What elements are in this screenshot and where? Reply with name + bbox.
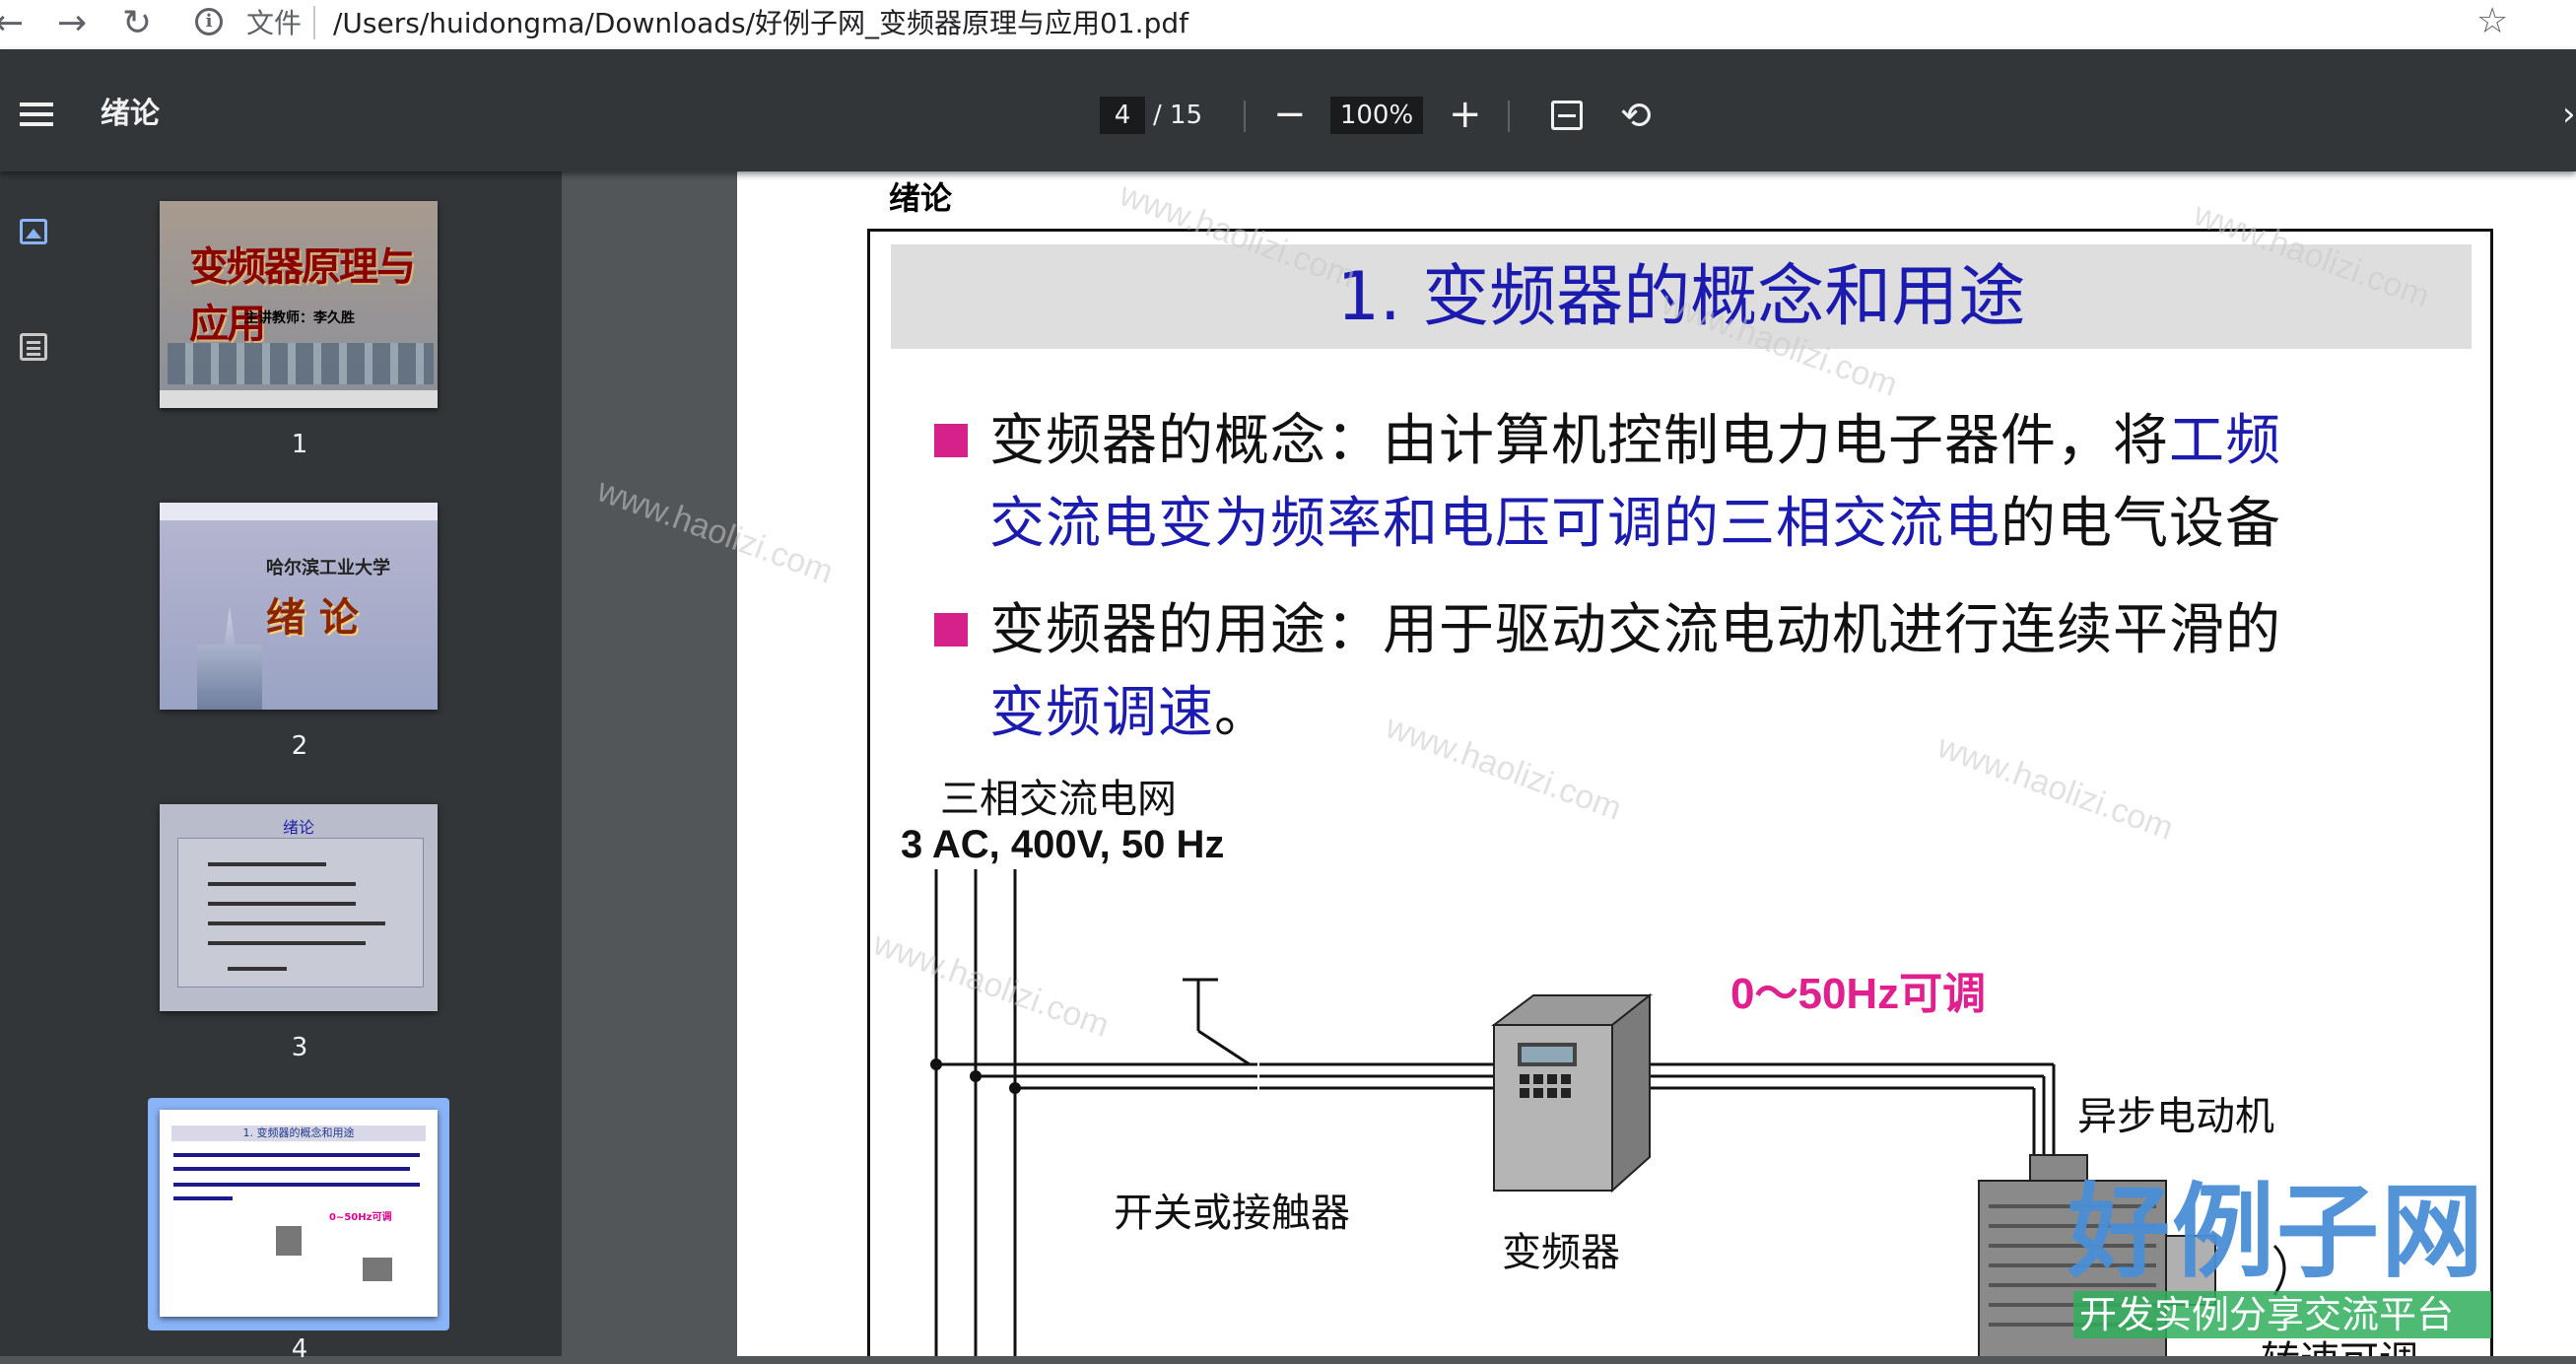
address-url[interactable]: /Users/huidongma/Downloads/好例子网_变频器原理与应用… (333, 8, 1188, 39)
thumbnail-title: 绪 论 (266, 594, 359, 641)
page-number-input[interactable]: 4 (1100, 97, 1145, 134)
zoom-out-button[interactable]: − (1273, 93, 1307, 136)
thumbnail-sidebar: 变频器原理与应用 主讲教师：李久胜 1 哈尔滨工业大学 绪 论 2 绪论 3 1… (0, 171, 562, 1364)
thumbnail-image (168, 343, 434, 384)
page-thumbnail-2[interactable]: 哈尔滨工业大学 绪 论 (160, 503, 438, 710)
page-total: / 15 (1153, 101, 1203, 130)
zoom-in-button[interactable]: + (1449, 93, 1482, 136)
info-icon[interactable]: i (195, 8, 223, 35)
page-thumbnail-4[interactable]: 1. 变频器的概念和用途 0~50Hz可调 (160, 1110, 438, 1317)
frequency-label: 0～50Hz可调 (1730, 970, 1987, 1018)
thumbnail-footer (160, 390, 438, 408)
page-thumbnail-1[interactable]: 变频器原理与应用 主讲教师：李久胜 (160, 201, 438, 408)
thumbnail-title: 1. 变频器的概念和用途 (171, 1125, 426, 1141)
forward-arrow-icon[interactable]: → (57, 4, 87, 43)
speed-label: 转速可调 (2261, 1338, 2418, 1356)
motor-label: 异步电动机 (2077, 1094, 2274, 1139)
rotate-icon[interactable]: ⟲ (1620, 95, 1652, 136)
thumbnails-view-icon[interactable] (20, 219, 47, 244)
watermark-logo: 好例子网 (2068, 1171, 2486, 1292)
browser-address-bar: ← → ↻ i 文件 /Users/huidongma/Downloads/好例… (0, 0, 2576, 50)
zoom-input[interactable]: 100% (1330, 97, 1423, 134)
inverter-label: 变频器 (1502, 1230, 1620, 1275)
pdf-toolbar: 绪论 4 / 15 − 100% + ⟲ › (0, 49, 2576, 171)
address-scheme-label: 文件 (246, 7, 303, 39)
thumbnail-subtitle: 主讲教师：李久胜 (244, 310, 355, 326)
outline-view-icon[interactable] (20, 333, 47, 361)
toolbar-divider (1508, 101, 1510, 132)
reload-icon[interactable]: ↻ (122, 4, 152, 43)
thumbnail-title: 变频器原理与应用 (189, 243, 416, 347)
thumbnail-title: 绪论 (282, 818, 314, 837)
watermark-slogan: 开发实例分享交流平台 (2079, 1293, 2455, 1336)
thumbnail-image (363, 1258, 392, 1281)
menu-icon[interactable] (20, 102, 53, 126)
switch-label: 开关或接触器 (1114, 1191, 1350, 1236)
thumbnail-header (160, 503, 438, 520)
thumbnail-number: 1 (291, 430, 308, 459)
back-arrow-icon[interactable]: ← (0, 4, 24, 43)
bookmark-star-icon[interactable]: ☆ (2476, 2, 2508, 41)
document-title: 绪论 (101, 97, 160, 131)
thumbnail-number: 4 (291, 1334, 308, 1364)
grid-label: 三相交流电网 (940, 777, 1177, 822)
toolbar-divider (1244, 101, 1246, 132)
address-divider (313, 6, 315, 39)
thumbnail-number: 3 (291, 1033, 308, 1062)
fit-page-icon[interactable] (1551, 101, 1583, 130)
thumbnail-label: 0~50Hz可调 (329, 1212, 392, 1223)
thumbnail-subtitle: 哈尔滨工业大学 (266, 558, 390, 579)
grid-spec-label: 3 AC, 400V, 50 Hz (901, 823, 1225, 866)
thumbnail-number: 2 (291, 731, 308, 761)
thumbnail-image (276, 1226, 302, 1256)
page-thumbnail-3[interactable]: 绪论 (160, 804, 438, 1011)
thumbnail-content (177, 838, 424, 988)
more-chevron-icon[interactable]: › (2562, 95, 2576, 134)
